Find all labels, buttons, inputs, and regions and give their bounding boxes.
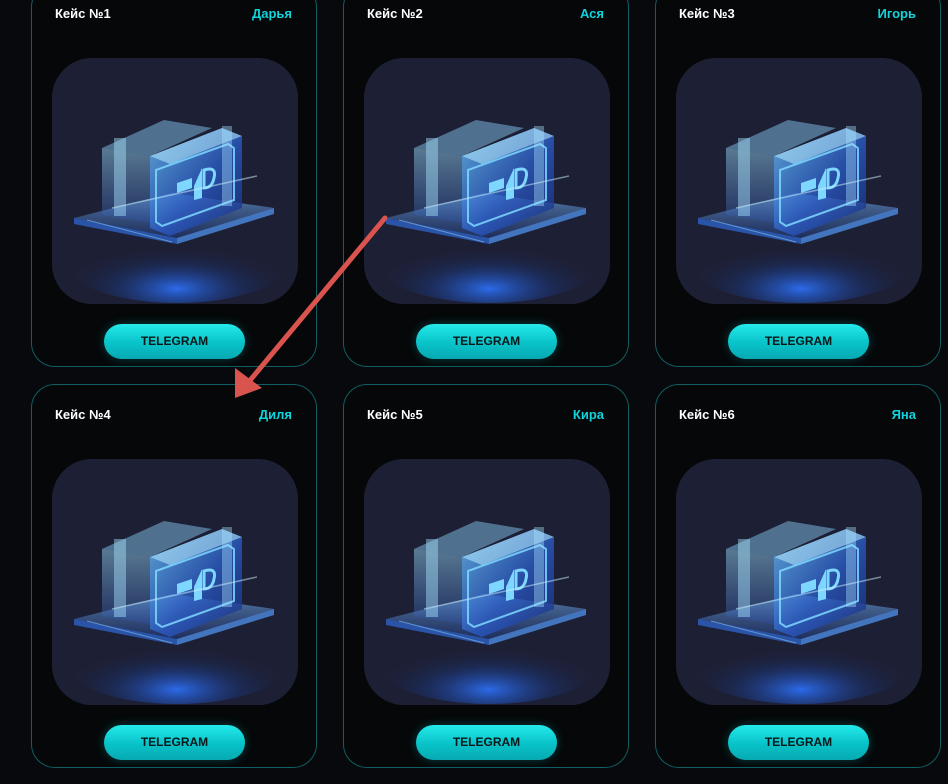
- case-title: Кейс №5: [367, 407, 423, 422]
- case-owner-name: Дарья: [251, 6, 292, 21]
- case-image: [364, 58, 610, 304]
- case-image: [676, 58, 922, 304]
- case-image: [364, 459, 610, 705]
- case-title: Кейс №6: [679, 407, 735, 422]
- case-card-6: Кейс №6 Яна TELEGRAM: [655, 384, 941, 768]
- telegram-button[interactable]: TELEGRAM: [104, 725, 245, 760]
- case-image: [52, 58, 298, 304]
- crypto-hardware-wallet-icon: [676, 459, 922, 705]
- cases-grid: Кейс №1 Дарья TELEGRAM Кейс №2 Ася TELEG…: [0, 0, 948, 784]
- case-owner-name: Диля: [258, 407, 292, 422]
- telegram-button[interactable]: TELEGRAM: [104, 324, 245, 359]
- case-title: Кейс №3: [679, 6, 735, 21]
- case-owner-name: Игорь: [877, 6, 916, 21]
- case-owner-name: Ася: [579, 6, 604, 21]
- case-owner-name: Яна: [891, 407, 916, 422]
- crypto-hardware-wallet-icon: [676, 58, 922, 304]
- telegram-button[interactable]: TELEGRAM: [728, 725, 869, 760]
- case-card-2: Кейс №2 Ася TELEGRAM: [343, 0, 629, 367]
- crypto-hardware-wallet-icon: [52, 459, 298, 705]
- case-image: [676, 459, 922, 705]
- telegram-button[interactable]: TELEGRAM: [728, 324, 869, 359]
- crypto-hardware-wallet-icon: [52, 58, 298, 304]
- telegram-button[interactable]: TELEGRAM: [416, 324, 557, 359]
- crypto-hardware-wallet-icon: [364, 58, 610, 304]
- case-card-4: Кейс №4 Диля TELEGRAM: [31, 384, 317, 768]
- case-title: Кейс №2: [367, 6, 423, 21]
- case-owner-name: Кира: [572, 407, 604, 422]
- case-card-5: Кейс №5 Кира TELEGRAM: [343, 384, 629, 768]
- telegram-button[interactable]: TELEGRAM: [416, 725, 557, 760]
- crypto-hardware-wallet-icon: [364, 459, 610, 705]
- case-card-3: Кейс №3 Игорь TELEGRAM: [655, 0, 941, 367]
- case-image: [52, 459, 298, 705]
- case-title: Кейс №4: [55, 407, 111, 422]
- case-title: Кейс №1: [55, 6, 111, 21]
- case-card-1: Кейс №1 Дарья TELEGRAM: [31, 0, 317, 367]
